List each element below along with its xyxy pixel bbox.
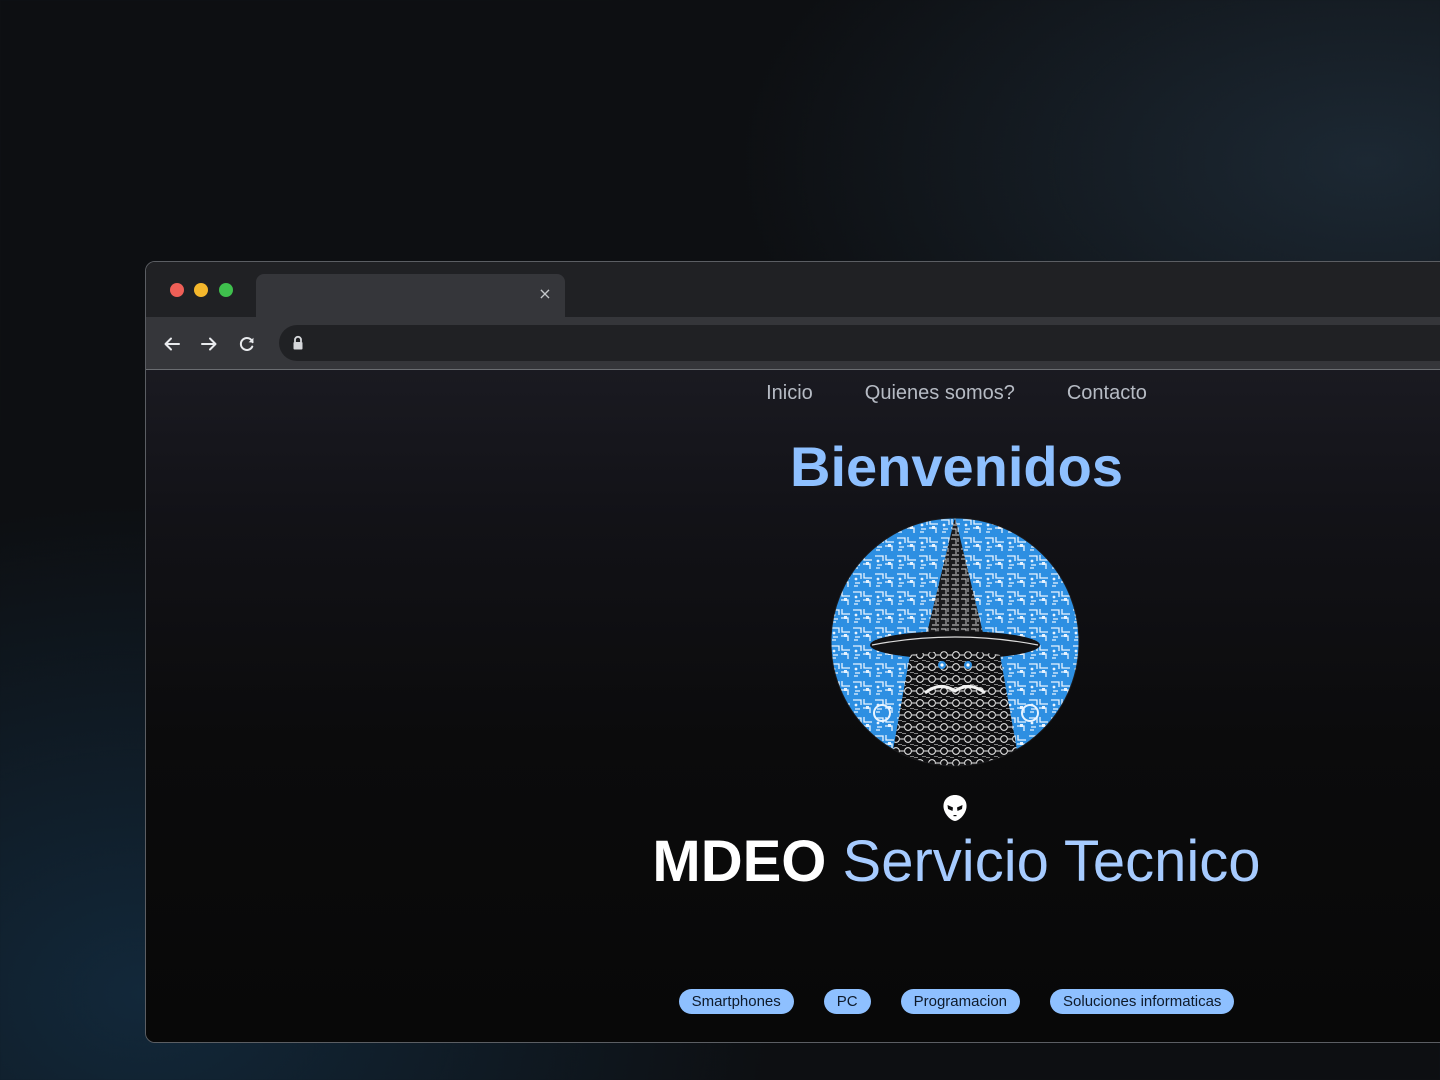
page-title: Bienvenidos bbox=[790, 435, 1123, 498]
forward-button[interactable] bbox=[194, 329, 224, 359]
arrow-left-icon bbox=[164, 337, 180, 351]
browser-titlebar: × bbox=[146, 262, 1440, 317]
close-window-button[interactable] bbox=[170, 283, 184, 297]
site-nav: Inicio Quienes somos? Contacto bbox=[146, 380, 1440, 406]
minimize-window-button[interactable] bbox=[194, 283, 208, 297]
tag-programacion: Programacion bbox=[900, 989, 1021, 1014]
wizard-logo bbox=[830, 517, 1080, 767]
tag-pc: PC bbox=[823, 989, 871, 1014]
browser-tab[interactable]: × bbox=[256, 274, 565, 317]
alien-icon bbox=[943, 795, 967, 821]
nav-link-contacto[interactable]: Contacto bbox=[1067, 380, 1147, 406]
address-bar[interactable] bbox=[279, 325, 1440, 361]
back-button[interactable] bbox=[157, 329, 187, 359]
page-viewport: Inicio Quienes somos? Contacto Bienvenid… bbox=[146, 370, 1440, 1042]
browser-toolbar bbox=[146, 317, 1440, 370]
service-tags: Smartphones PC Programacion Soluciones i… bbox=[146, 989, 1440, 1014]
brand-tagline: Servicio Tecnico bbox=[842, 829, 1261, 894]
close-icon[interactable]: × bbox=[535, 284, 555, 304]
lock-icon bbox=[293, 335, 303, 350]
reload-icon bbox=[239, 337, 254, 351]
reload-button[interactable] bbox=[232, 329, 262, 359]
nav-link-quienes-somos[interactable]: Quienes somos? bbox=[865, 380, 1015, 406]
brand-title: MDEO Servicio Tecnico bbox=[146, 826, 1440, 898]
tag-soluciones-informaticas: Soluciones informaticas bbox=[1050, 989, 1235, 1014]
nav-link-inicio[interactable]: Inicio bbox=[766, 380, 813, 406]
tag-smartphones: Smartphones bbox=[678, 989, 794, 1014]
arrow-right-icon bbox=[201, 337, 217, 351]
brand-name: MDEO bbox=[652, 829, 827, 894]
maximize-window-button[interactable] bbox=[219, 283, 233, 297]
browser-window: × Inicio Quienes somos? Contacto Bienven… bbox=[145, 261, 1440, 1043]
